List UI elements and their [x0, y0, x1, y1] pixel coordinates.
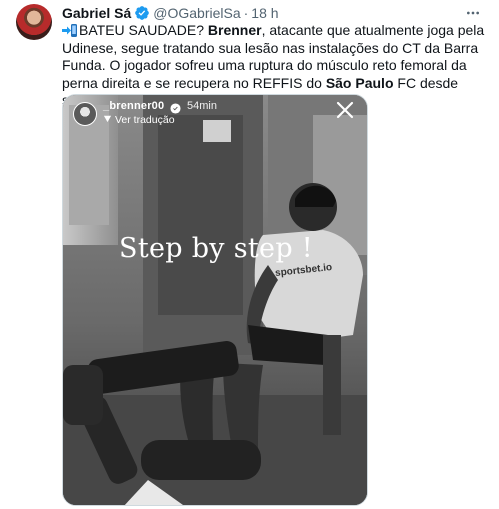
- mobile-emoji-icon: [62, 24, 77, 37]
- more-icon[interactable]: [465, 5, 481, 21]
- verified-badge-icon: [134, 5, 150, 21]
- tweet[interactable]: Gabriel Sá @OGabrielSa · 18 h BATEU SAUD…: [0, 0, 499, 509]
- story-time: 54min: [187, 100, 217, 112]
- author-avatar[interactable]: [16, 4, 52, 40]
- author-name[interactable]: Gabriel Sá: [62, 5, 131, 21]
- tweet-header: Gabriel Sá @OGabrielSa · 18 h: [62, 4, 483, 22]
- tweet-time[interactable]: 18 h: [251, 5, 278, 21]
- story-caption: Step by step !: [119, 233, 313, 264]
- story-photo: [63, 95, 367, 505]
- story-username[interactable]: _brenner00: [103, 100, 164, 112]
- translate-icon: [103, 114, 112, 126]
- translate-label: Ver tradução: [115, 114, 175, 126]
- story-header: _brenner00 54min Ver tradução: [73, 99, 357, 126]
- tweet-text-player: Brenner: [207, 22, 262, 38]
- tweet-text-part-1: BATEU SAUDADE?: [79, 22, 208, 38]
- story-translate[interactable]: Ver tradução: [103, 114, 175, 126]
- story-avatar[interactable]: [73, 102, 97, 126]
- tweet-media[interactable]: _brenner00 54min Ver tradução Step by st…: [62, 94, 368, 506]
- tweet-text-club: São Paulo: [325, 74, 394, 91]
- close-icon[interactable]: [335, 100, 355, 120]
- author-handle[interactable]: @OGabrielSa: [153, 5, 240, 21]
- separator-dot: ·: [243, 5, 249, 21]
